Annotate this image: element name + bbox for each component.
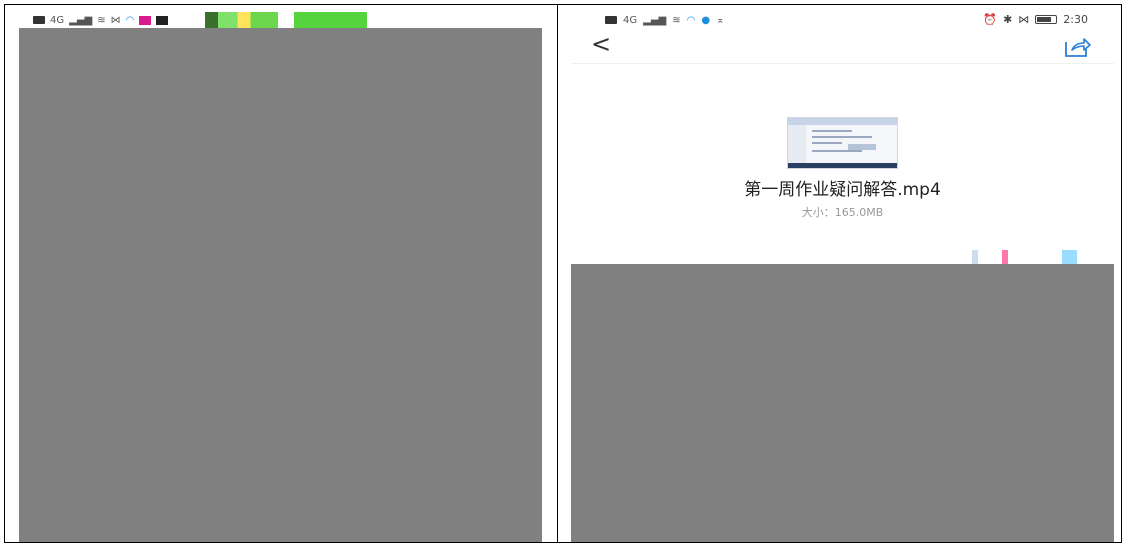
signal-label: 4G <box>623 14 638 26</box>
left-status-bar: 4G ▂▄▆ ≋ ⋈ ◠ <box>33 13 169 27</box>
dnd-icon: ⋈ <box>110 14 121 26</box>
signal-icon: ▂▄▆ <box>69 14 93 26</box>
battery-icon <box>1035 15 1058 24</box>
hd-icon <box>33 16 45 24</box>
wifi-icon: ≋ <box>97 14 106 26</box>
right-status-bar-right: ⏰ ✱ ⋈ 2:30 <box>983 13 1088 26</box>
dark-app-icon <box>156 15 169 25</box>
back-button[interactable]: < <box>591 32 611 56</box>
bluetooth-icon: ✱ <box>1003 13 1013 26</box>
panel-divider <box>557 4 558 543</box>
right-status-bar: 4G ▂▄▆ ≋ ◠ ● ⌅ <box>605 13 724 27</box>
mute-icon: ⋈ <box>1018 13 1030 26</box>
pink-app-icon <box>139 15 152 25</box>
right-screen-redacted <box>571 264 1114 542</box>
hd-icon <box>605 16 617 24</box>
status-time: 2:30 <box>1063 13 1088 26</box>
share-icon[interactable] <box>1063 36 1091 58</box>
header-divider <box>571 63 1114 64</box>
left-screen-redacted <box>19 28 542 542</box>
app-icon: ◠ <box>686 14 696 26</box>
file-name: 第一周作业疑问解答.mp4 <box>744 180 941 200</box>
file-size: 大小：165.0MB <box>801 206 884 219</box>
video-thumbnail[interactable] <box>787 117 898 169</box>
status-bar-artifact <box>205 12 367 29</box>
wifi-icon: ≋ <box>672 14 681 26</box>
app-icon: ◠ <box>125 14 135 26</box>
screen-artifact <box>957 250 1107 264</box>
app-icon-2: ● <box>701 14 711 26</box>
location-icon: ⌅ <box>716 14 725 26</box>
signal-icon: ▂▄▆ <box>643 14 667 26</box>
alarm-icon: ⏰ <box>983 13 998 26</box>
signal-label: 4G <box>50 14 65 26</box>
